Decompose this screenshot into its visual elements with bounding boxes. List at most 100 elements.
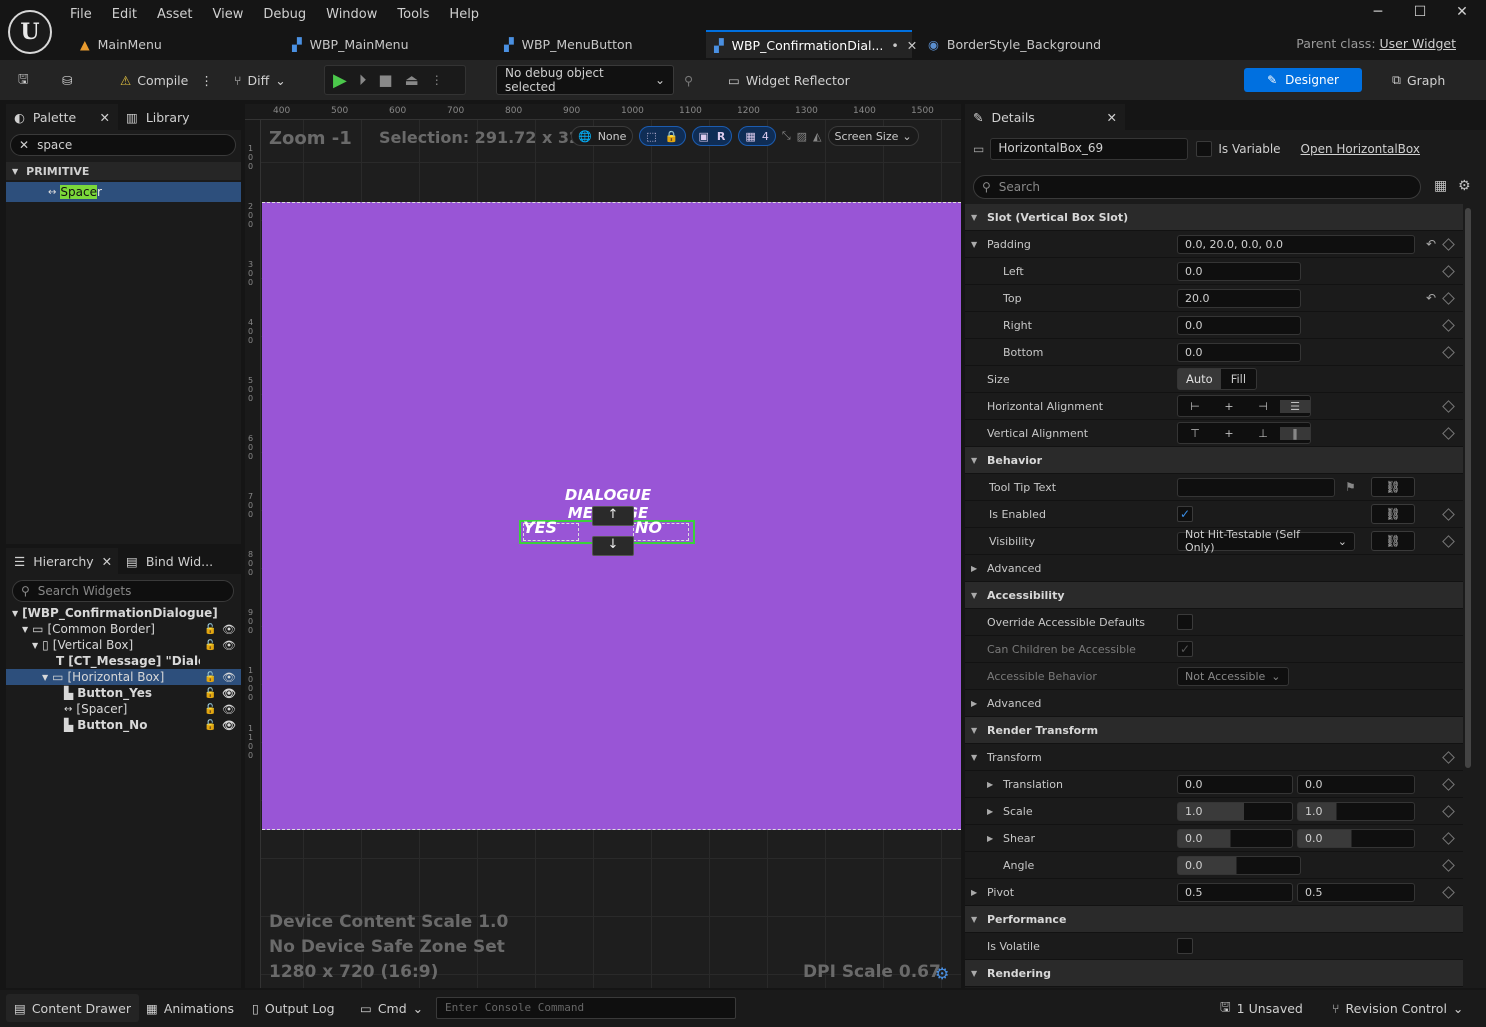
section-render-transform[interactable]: ▼ Render Transform (965, 717, 1463, 744)
bind-button[interactable]: ⛓ (1371, 477, 1415, 497)
image-icon[interactable]: ▨ (797, 130, 807, 143)
tree-node-button-yes[interactable]: ▙ Button_Yes 🔓 👁 (6, 685, 241, 701)
keyframe-diamond-icon[interactable] (1442, 507, 1455, 521)
is-volatile-checkbox[interactable] (1177, 938, 1193, 954)
chevron-down-icon[interactable]: ▼ (971, 240, 977, 249)
dpi-settings-gear-icon[interactable]: ⚙ (935, 964, 949, 983)
palette-search[interactable]: ✕ space (10, 134, 236, 156)
keyframe-diamond-icon[interactable] (1442, 534, 1455, 548)
tree-node-common-border[interactable]: ▼ ▭ [Common Border] 🔓 👁 (6, 621, 241, 637)
reset-icon[interactable]: ↶ (1426, 237, 1436, 251)
bind-button[interactable]: ⛓ (1371, 531, 1415, 551)
grid-snap-value[interactable]: 4 (762, 130, 769, 143)
play-icon[interactable]: ▶ (333, 70, 347, 91)
grid-snap-group[interactable]: ▦ 4 (738, 126, 776, 146)
align-right-icon[interactable]: ⊣ (1246, 400, 1280, 413)
visibility-dropdown[interactable]: Not Hit-Testable (Self Only) ⌄ (1177, 528, 1355, 554)
menu-help[interactable]: Help (439, 7, 489, 22)
lock-icon[interactable]: 🔒 (665, 130, 679, 143)
palette-search-value[interactable]: space (37, 138, 72, 152)
menu-view[interactable]: View (203, 7, 254, 22)
screen-size-dropdown[interactable]: Screen Size ⌄ (827, 126, 919, 146)
close-tab-icon[interactable]: ✕ (907, 38, 917, 53)
keyframe-diamond-icon[interactable] (1442, 858, 1455, 872)
eye-icon[interactable]: 👁 (222, 719, 236, 732)
padding-field[interactable]: 0.0, 20.0, 0.0, 0.0 (1177, 234, 1415, 254)
row-advanced-2[interactable]: ▶ Advanced (965, 690, 1463, 717)
close-tab-icon[interactable]: ✕ (1107, 110, 1117, 125)
menu-debug[interactable]: Debug (253, 7, 316, 22)
menu-edit[interactable]: Edit (102, 7, 147, 22)
close-tab-icon[interactable]: ✕ (102, 554, 112, 569)
table-view-icon[interactable]: ▦ (1434, 178, 1447, 194)
move-down-button[interactable]: ↓ (592, 536, 634, 556)
layout-icon[interactable]: ▣ (699, 130, 709, 143)
respect-locks-group[interactable]: ▣ R (691, 126, 733, 146)
translation-x-field[interactable]: 0.0 (1177, 774, 1293, 794)
align-top-icon[interactable]: ⊤ (1178, 427, 1212, 440)
menu-asset[interactable]: Asset (147, 7, 203, 22)
section-performance[interactable]: ▼ Performance (965, 906, 1463, 933)
align-center-icon[interactable]: + (1212, 400, 1246, 413)
keyframe-diamond-icon[interactable] (1442, 885, 1455, 899)
flag-icon[interactable]: ⚑ (1345, 480, 1356, 494)
right-field[interactable]: 0.0 (1177, 315, 1301, 335)
clear-search-icon[interactable]: ✕ (19, 138, 29, 152)
scale-x-field[interactable]: 1.0 (1177, 801, 1293, 821)
tab-details[interactable]: ✎ Details ✕ (965, 104, 1125, 130)
is-enabled-checkbox[interactable]: ✓ (1177, 506, 1193, 522)
keyframe-diamond-icon[interactable] (1442, 291, 1455, 305)
lock-icon[interactable]: 🔓 (204, 720, 216, 731)
is-variable-checkbox[interactable] (1196, 141, 1213, 157)
align-fill-icon[interactable]: ☰ (1280, 399, 1310, 413)
keyframe-diamond-icon[interactable] (1442, 426, 1455, 440)
hierarchy-search[interactable]: ⚲ Search Widgets (12, 580, 234, 602)
keyframe-diamond-icon[interactable] (1442, 804, 1455, 818)
translation-y-field[interactable]: 0.0 (1297, 774, 1415, 794)
tree-node-vertical-box[interactable]: ▼ ▯ [Vertical Box] 🔓 👁 (6, 637, 241, 653)
designer-button[interactable]: ✎ Designer (1244, 68, 1362, 92)
align-fill-vertical-icon[interactable]: ‖ (1280, 426, 1310, 440)
parent-class-link[interactable]: User Widget (1380, 36, 1456, 51)
menu-tools[interactable]: Tools (387, 7, 439, 22)
cmd-dropdown[interactable]: ▭ Cmd ⌄ (352, 994, 431, 1022)
close-window-button[interactable]: ✕ (1442, 4, 1482, 24)
tooltip-field[interactable] (1177, 477, 1335, 497)
keyframe-diamond-icon[interactable] (1442, 345, 1455, 359)
kebab-icon[interactable]: ⋮ (200, 73, 213, 88)
eye-icon[interactable]: 👁 (222, 623, 236, 636)
move-up-button[interactable]: ↑ (592, 506, 634, 526)
section-behavior[interactable]: ▼ Behavior (965, 447, 1463, 474)
step-icon[interactable]: ⏵ (359, 71, 367, 89)
bind-button[interactable]: ⛓ (1371, 504, 1415, 524)
designer-canvas[interactable]: DIALOGUE MESSAGE YES NO ↑ ↓ Zoom -1 Sele… (245, 104, 961, 988)
diff-button[interactable]: ⑂ Diff ⌄ (228, 66, 292, 94)
grid-icon[interactable]: ▦ (745, 130, 755, 143)
widget-name-field[interactable]: HorizontalBox_69 (990, 138, 1189, 160)
section-accessibility[interactable]: ▼ Accessibility (965, 582, 1463, 609)
settings-gear-icon[interactable]: ⚙ (1458, 178, 1471, 194)
open-horizontalbox-link[interactable]: Open HorizontalBox (1301, 142, 1420, 156)
shear-y-field[interactable]: 0.0 (1297, 828, 1415, 848)
eye-icon[interactable]: 👁 (222, 703, 236, 716)
r-toggle[interactable]: R (717, 130, 725, 143)
tab-palette[interactable]: ◐ Palette ✕ (6, 104, 118, 130)
keyframe-diamond-icon[interactable] (1442, 318, 1455, 332)
content-drawer-button[interactable]: ▤ Content Drawer (6, 994, 139, 1022)
details-scrollbar[interactable] (1465, 208, 1471, 768)
tab-wbp-confirmationdialogue[interactable]: ▞ WBP_ConfirmationDial... • ✕ (706, 30, 917, 58)
save-button[interactable]: 🖫 (12, 66, 35, 94)
debug-object-dropdown[interactable]: No debug object selected ⌄ (496, 65, 674, 95)
compile-button[interactable]: ⚠ Compile ⋮ (114, 66, 219, 94)
shear-x-field[interactable]: 0.0 (1177, 828, 1293, 848)
details-search[interactable]: ⚲ Search (973, 175, 1421, 199)
keyframe-diamond-icon[interactable] (1442, 237, 1455, 251)
tab-hierarchy[interactable]: ☰ Hierarchy ✕ (6, 548, 118, 574)
angle-field[interactable]: 0.0 (1177, 855, 1301, 875)
size-auto-button[interactable]: Auto (1178, 369, 1221, 389)
maximize-button[interactable]: ☐ (1400, 4, 1440, 24)
tree-node-button-no[interactable]: ▙ Button_No 🔓 👁 (6, 717, 241, 733)
align-left-icon[interactable]: ⊢ (1178, 400, 1212, 413)
selection-mode-group[interactable]: ⬚ 🔒 (639, 126, 686, 146)
tab-mainmenu[interactable]: ▲ MainMenu (72, 30, 272, 58)
